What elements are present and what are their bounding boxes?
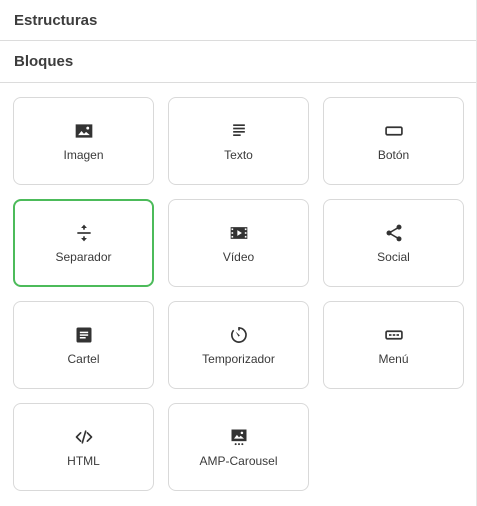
banner-icon — [74, 325, 94, 345]
video-icon — [229, 223, 249, 243]
carousel-icon — [229, 427, 249, 447]
structures-section-header[interactable]: Estructuras — [0, 0, 476, 41]
block-image[interactable]: Imagen — [13, 97, 154, 185]
block-timer[interactable]: Temporizador — [168, 301, 309, 389]
block-button[interactable]: Botón — [323, 97, 464, 185]
block-html[interactable]: HTML — [13, 403, 154, 491]
block-label: Cartel — [67, 351, 100, 366]
block-label: Temporizador — [202, 351, 275, 366]
share-icon — [384, 223, 404, 243]
block-amp-carousel[interactable]: AMP-Carousel — [168, 403, 309, 491]
blocks-section-title: Bloques — [14, 53, 74, 70]
block-label: Separador — [55, 249, 112, 264]
button-icon — [384, 121, 404, 141]
blocks-grid: Imagen Texto Botón Separador Vídeo Socia… — [13, 97, 464, 491]
block-label: Social — [377, 249, 410, 264]
block-label: AMP-Carousel — [199, 453, 278, 468]
image-icon — [74, 121, 94, 141]
block-text[interactable]: Texto — [168, 97, 309, 185]
block-label: Texto — [224, 147, 253, 162]
content-panel: Estructuras Bloques Imagen Texto Botón S… — [0, 0, 477, 506]
code-icon — [74, 427, 94, 447]
menu-icon — [384, 325, 404, 345]
structures-section-title: Estructuras — [14, 11, 98, 29]
block-video[interactable]: Vídeo — [168, 199, 309, 287]
block-social[interactable]: Social — [323, 199, 464, 287]
divider-icon — [74, 223, 94, 243]
block-menu[interactable]: Menú — [323, 301, 464, 389]
block-label: Imagen — [63, 147, 104, 162]
text-icon — [229, 121, 249, 141]
block-label: Menú — [378, 351, 409, 366]
block-divider[interactable]: Separador — [13, 199, 154, 287]
block-label: Vídeo — [222, 249, 255, 264]
timer-icon — [229, 325, 249, 345]
block-label: HTML — [67, 453, 100, 468]
block-banner[interactable]: Cartel — [13, 301, 154, 389]
block-label: Botón — [377, 147, 410, 162]
blocks-section-header[interactable]: Bloques — [0, 41, 476, 83]
